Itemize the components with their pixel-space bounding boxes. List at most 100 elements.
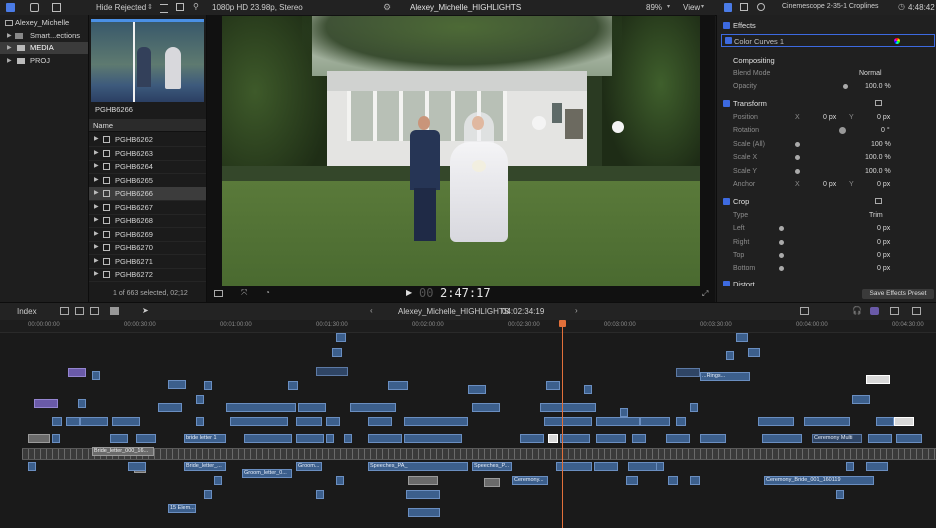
disclosure-triangle-icon[interactable]: ▶: [94, 214, 99, 227]
transform-section[interactable]: Transform: [717, 97, 936, 110]
timeline-clip[interactable]: [296, 417, 322, 426]
solo-icon[interactable]: [870, 307, 879, 315]
checkbox-icon[interactable]: [723, 198, 730, 205]
position-row[interactable]: Position X 0 px Y 0 px: [717, 111, 936, 124]
timeline-clip[interactable]: [34, 399, 58, 408]
browser-clip-row[interactable]: ▶ PGHB6264: [89, 160, 206, 174]
crop-left-row[interactable]: Left 0 px: [717, 222, 936, 235]
timeline-clip[interactable]: [66, 417, 80, 426]
library-icon[interactable]: [6, 3, 15, 12]
name-column-header[interactable]: Name: [89, 119, 206, 132]
insert-clip-icon[interactable]: [75, 307, 84, 315]
opacity-row[interactable]: Opacity 100.0 %: [717, 80, 936, 93]
browser-clip-row[interactable]: ▶ PGHB6269: [89, 228, 206, 242]
timeline-clip[interactable]: [540, 403, 596, 412]
rings-clip[interactable]: ...Rings...: [700, 372, 750, 381]
disclosure-triangle-icon[interactable]: ▶: [7, 42, 12, 54]
index-button[interactable]: Index: [17, 307, 37, 316]
timeline-clip[interactable]: [472, 403, 500, 412]
append-clip-icon[interactable]: [90, 307, 99, 315]
timeline-clip[interactable]: [52, 417, 62, 426]
timeline-clip[interactable]: [112, 417, 140, 426]
browser-clip-row[interactable]: ▶ PGHB6268: [89, 214, 206, 228]
disclosure-triangle-icon[interactable]: ▶: [94, 187, 99, 200]
search-icon[interactable]: ⚲: [193, 2, 199, 11]
timeline-clip[interactable]: [404, 434, 462, 443]
timeline-clip[interactable]: [288, 381, 298, 390]
library-item[interactable]: ▶ PROJ: [0, 55, 88, 67]
timeline-clip[interactable]: [628, 462, 658, 471]
blend-mode-value[interactable]: Normal: [859, 67, 882, 80]
speed-icon[interactable]: ◔: [265, 288, 270, 297]
anchor-row[interactable]: Anchor X 0 px Y 0 px: [717, 178, 936, 191]
browser-clip-row[interactable]: ▶ PGHB6271: [89, 255, 206, 269]
timeline-clip[interactable]: [344, 434, 352, 443]
checkbox-icon[interactable]: [723, 22, 730, 29]
timeline-clip[interactable]: [168, 380, 186, 389]
rotation-value[interactable]: 0 °: [881, 124, 890, 137]
timeline-clip[interactable]: [230, 417, 288, 426]
scale-all-value[interactable]: 100 %: [871, 138, 891, 151]
transitions-browser-icon[interactable]: [912, 307, 921, 315]
fullscreen-icon[interactable]: ⤢: [702, 289, 708, 299]
timeline-clip[interactable]: [668, 476, 678, 485]
timeline-clip[interactable]: [700, 434, 726, 443]
browser-clip-row[interactable]: ▶ PGHB6267: [89, 201, 206, 215]
timeline-clip[interactable]: [548, 434, 558, 443]
timeline-clip[interactable]: [520, 434, 544, 443]
crop-right-row[interactable]: Right 0 px: [717, 236, 936, 249]
library-item[interactable]: Alexey_Michelle: [0, 17, 88, 29]
timeline-clip[interactable]: [388, 381, 408, 390]
timeline-clip[interactable]: [596, 417, 640, 426]
bride-letter-1-clip[interactable]: bride letter 1: [184, 434, 226, 443]
opacity-value[interactable]: 100.0 %: [865, 80, 891, 93]
color-curves-effect[interactable]: Color Curves 1: [721, 34, 935, 47]
timeline-clip[interactable]: [110, 434, 128, 443]
timeline-clip[interactable]: [336, 476, 344, 485]
timeline-clip[interactable]: [244, 434, 292, 443]
timeline-clip[interactable]: [368, 417, 392, 426]
checkbox-icon[interactable]: [725, 37, 732, 44]
timeline-clip[interactable]: [368, 434, 402, 443]
position-x-value[interactable]: 0 px: [823, 111, 836, 124]
slider-knob-icon[interactable]: [795, 169, 800, 174]
timeline-clip[interactable]: [316, 367, 348, 376]
timeline-clip[interactable]: [896, 434, 922, 443]
timeline-clip[interactable]: [758, 417, 794, 426]
ceremony-clip[interactable]: Ceremony...: [512, 476, 548, 485]
disclosure-triangle-icon[interactable]: ▶: [94, 160, 99, 173]
timeline-clip[interactable]: [594, 462, 618, 471]
timeline-clip[interactable]: [676, 368, 700, 377]
rotation-dial-icon[interactable]: [839, 127, 846, 134]
ceremony-bride-clip[interactable]: Ceremony_Bride_001_160119: [764, 476, 874, 485]
groom-clip[interactable]: Groom...: [296, 462, 322, 471]
timeline-clip[interactable]: [894, 417, 914, 426]
disclosure-triangle-icon[interactable]: ▶: [94, 241, 99, 254]
timeline-area[interactable]: Bride_letter_000_16... bride letter 1 Br…: [0, 333, 936, 528]
timeline-clip[interactable]: [666, 434, 690, 443]
photos-icon[interactable]: [30, 3, 39, 12]
timeline-clip[interactable]: [326, 417, 340, 426]
ceremony-multi-clip[interactable]: Ceremony Multi: [812, 434, 862, 443]
disclosure-triangle-icon[interactable]: ▶: [94, 255, 99, 268]
timeline-clip[interactable]: [546, 381, 560, 390]
checkbox-icon[interactable]: [723, 100, 730, 107]
slider-knob-icon[interactable]: [779, 253, 784, 258]
scale-all-row[interactable]: Scale (All) 100 %: [717, 138, 936, 151]
library-item[interactable]: ▶ MEDIA: [0, 42, 88, 54]
timeline-clip[interactable]: [214, 476, 222, 485]
list-view-icon[interactable]: [160, 4, 168, 13]
timeline-clip[interactable]: [876, 417, 894, 426]
timeline-clip[interactable]: [804, 417, 850, 426]
timeline-clip[interactable]: [404, 417, 468, 426]
timeline-clip[interactable]: [626, 476, 638, 485]
bride-letter-short-clip[interactable]: Bride_letter_...: [184, 462, 226, 471]
timeline-clip[interactable]: [584, 385, 592, 394]
scale-y-value[interactable]: 100.0 %: [865, 165, 891, 178]
timeline-clip[interactable]: [620, 408, 628, 417]
scale-x-row[interactable]: Scale X 100.0 %: [717, 151, 936, 164]
disclosure-triangle-icon[interactable]: ▶: [94, 228, 99, 241]
slider-knob-icon[interactable]: [779, 226, 784, 231]
timeline-clip[interactable]: [204, 381, 212, 390]
crop-bottom-row[interactable]: Bottom 0 px: [717, 262, 936, 275]
